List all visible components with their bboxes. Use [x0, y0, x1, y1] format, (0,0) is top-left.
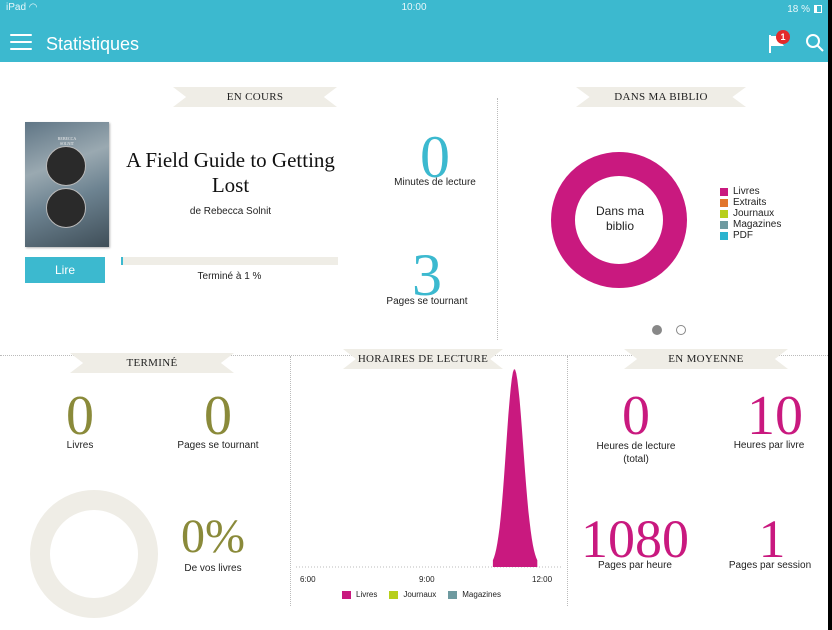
finished-books-label: Livres [66, 440, 94, 451]
progress-bar [121, 257, 338, 265]
battery-label: 18 % [787, 3, 810, 15]
donut-label-line: Dans ma [595, 204, 645, 218]
hours-total-label-line: Heures de lecture [596, 441, 676, 452]
status-time: 10:00 [401, 2, 427, 13]
divider-vertical [497, 98, 498, 340]
reading-hours-chart[interactable] [296, 365, 562, 570]
donut-label-line: biblio [605, 219, 635, 233]
notification-badge: 1 [776, 30, 790, 44]
finished-books-value: 0 [66, 385, 94, 447]
hours-total-label: Heures de lecture (total) [576, 440, 696, 466]
cover-circle [46, 188, 86, 228]
book-title: A Field Guide to Getting Lost [126, 148, 335, 197]
status-battery: 18 % [787, 2, 822, 16]
search-icon[interactable] [805, 33, 825, 53]
legend-label: Journaux [733, 208, 775, 219]
progress-label: Terminé à 1 % [197, 271, 262, 282]
legend-swatch [720, 198, 728, 207]
section-banner-biblio: DANS MA BIBLIO [576, 87, 746, 107]
hamburger-line [10, 48, 32, 50]
finished-pages-value: 0 [204, 385, 232, 447]
legend-item: PDF [720, 230, 781, 241]
finished-pages-label: Pages se tournant [177, 440, 259, 451]
legend-label: Livres [733, 186, 760, 197]
chart-legend-item: Magazines [448, 590, 501, 599]
donut-center-label: Dans ma biblio [575, 204, 665, 234]
finished-ring-chart [30, 490, 158, 618]
cover-circle [46, 146, 86, 186]
hours-total-label-line: (total) [623, 454, 649, 465]
x-tick-label: 9:00 [419, 575, 435, 584]
legend-swatch [448, 590, 458, 599]
divider-vertical [290, 356, 291, 606]
chart-legend: Livres Journaux Magazines [342, 590, 501, 599]
section-banner-en-cours: EN COURS [173, 87, 337, 107]
legend-swatch [342, 590, 351, 599]
legend-swatch [720, 187, 728, 196]
library-legend: Livres Extraits Journaux Magazines PDF [720, 186, 781, 241]
legend-item: Journaux [720, 208, 781, 219]
menu-button[interactable] [10, 34, 32, 50]
progress-bar-fill [121, 257, 123, 265]
legend-label: Magazines [462, 590, 501, 599]
legend-item: Livres [720, 186, 781, 197]
legend-label: Journaux [403, 590, 437, 599]
finished-percent-label: De vos livres [184, 563, 242, 574]
hours-per-book-label: Heures par livre [733, 440, 805, 451]
legend-label: Magazines [733, 219, 782, 230]
statistics-screen: iPad ◠ 10:00 18 % Statistiques 1 EN COUR… [0, 0, 828, 630]
series-area-livres [492, 369, 538, 567]
x-tick-label: 6:00 [300, 575, 316, 584]
page-dot[interactable] [676, 325, 686, 335]
pages-per-hour-label: Pages par heure [598, 560, 672, 571]
legend-label: Extraits [733, 197, 767, 208]
hours-total-value: 0 [622, 385, 650, 447]
battery-icon [814, 5, 822, 13]
minutes-reading-label: Minutes de lecture [394, 177, 476, 188]
divider-vertical [567, 356, 568, 606]
legend-swatch [720, 231, 728, 240]
book-cover[interactable]: REBECCA SOLNIT [25, 122, 109, 247]
finished-percent-value: 0% [181, 510, 245, 563]
section-banner-moyenne: EN MOYENNE [624, 349, 788, 369]
pages-per-session-label: Pages par session [728, 560, 812, 571]
legend-item: Extraits [720, 197, 781, 208]
hours-per-book-value: 10 [747, 385, 803, 447]
x-tick-label: 12:00 [532, 575, 553, 584]
top-bar: iPad ◠ 10:00 18 % Statistiques 1 [0, 0, 828, 62]
pages-per-hour-value: 1080 [581, 509, 689, 569]
pages-per-session-value: 1 [758, 509, 786, 569]
page-title: Statistiques [46, 34, 140, 54]
pages-turning-label: Pages se tournant [386, 296, 468, 307]
legend-item: Magazines [720, 219, 781, 230]
page-indicator[interactable] [652, 325, 686, 335]
page-dot-active[interactable] [652, 325, 662, 335]
chart-legend-item: Journaux [389, 590, 436, 599]
hamburger-line [10, 41, 32, 43]
section-banner-termine: TERMINÉ [70, 353, 234, 373]
chart-legend-item: Livres [342, 590, 377, 599]
legend-swatch [720, 220, 728, 229]
legend-label: PDF [733, 230, 753, 241]
read-button[interactable]: Lire [25, 257, 105, 283]
hamburger-line [10, 34, 32, 36]
legend-swatch [389, 590, 399, 599]
book-author: de Rebecca Solnit [189, 206, 272, 217]
legend-label: Livres [356, 590, 378, 599]
legend-swatch [720, 209, 728, 218]
cover-author-text: REBECCA SOLNIT [57, 136, 77, 146]
